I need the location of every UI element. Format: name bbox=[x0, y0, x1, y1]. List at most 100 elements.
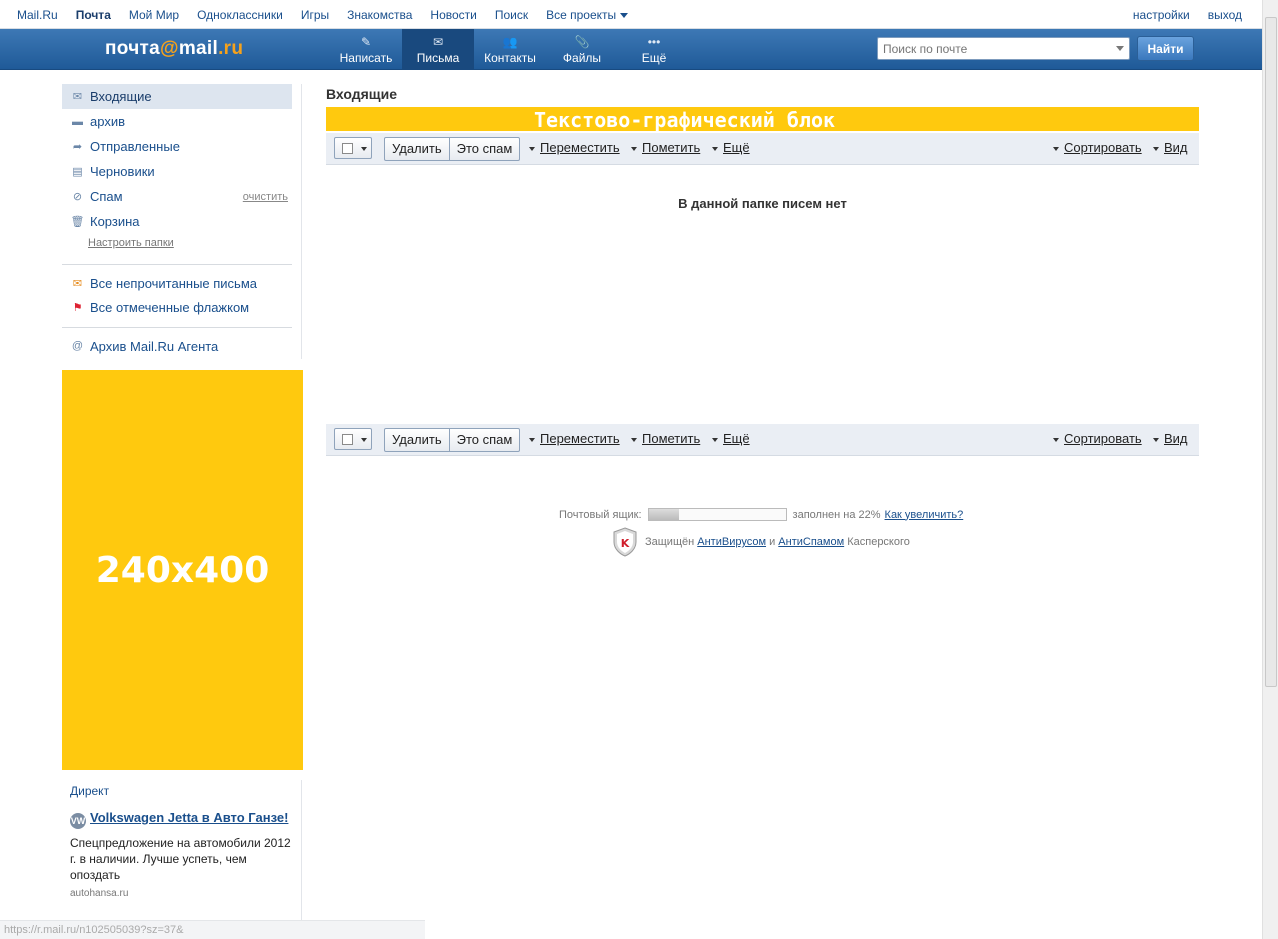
more-label: Ещё bbox=[641, 51, 667, 65]
folder-trash[interactable]: 🗑 Корзина bbox=[62, 209, 292, 234]
more-menu[interactable]: Ещё bbox=[712, 140, 750, 155]
top-nav-links: Mail.Ru Почта Мой Мир Одноклассники Игры… bbox=[17, 8, 646, 22]
kasp-and: и bbox=[769, 536, 776, 548]
top-nav-igry[interactable]: Игры bbox=[301, 8, 329, 22]
direct-ad: Директ VW Volkswagen Jetta в Авто Ганзе! … bbox=[70, 784, 295, 899]
spam-button[interactable]: Это спам bbox=[448, 429, 520, 451]
more-menu[interactable]: Ещё bbox=[712, 431, 750, 446]
unread-envelope-icon: ✉ bbox=[72, 277, 83, 290]
antispam-link[interactable]: АнтиСпамом bbox=[778, 536, 844, 548]
mail-search bbox=[877, 37, 1130, 60]
sidebar: ✉ Входящие ▬ архив ➦ Отправленные ▤ Черновик… bbox=[62, 84, 302, 358]
increase-quota-link[interactable]: Как увеличить? bbox=[885, 509, 964, 521]
letters-button[interactable]: ✉ Письма bbox=[402, 29, 474, 70]
vertical-scrollbar[interactable] bbox=[1262, 0, 1278, 939]
agent-archive-link[interactable]: @ Архив Mail.Ru Агента bbox=[62, 334, 292, 358]
contacts-label: Контакты bbox=[484, 51, 536, 65]
find-button[interactable]: Найти bbox=[1137, 36, 1194, 61]
folder-label: Отправленные bbox=[90, 139, 180, 154]
quota-fill bbox=[648, 509, 679, 520]
action-buttons: Удалить Это спам bbox=[384, 137, 521, 161]
logo-ru: .ru bbox=[218, 38, 244, 59]
filter-label: Все непрочитанные письма bbox=[90, 275, 257, 291]
mail-logo[interactable]: почта@mail.ru bbox=[105, 38, 243, 60]
folder-inbox[interactable]: ✉ Входящие bbox=[62, 84, 292, 109]
clean-spam-link[interactable]: очистить bbox=[243, 191, 288, 203]
toolbar-bottom: Удалить Это спам Переместить Пометить Ещ… bbox=[326, 424, 1199, 456]
sort-menu[interactable]: Сортировать bbox=[1053, 140, 1142, 155]
folder-spam[interactable]: ⊘ Спам очистить bbox=[62, 184, 292, 209]
mark-menu[interactable]: Пометить bbox=[631, 140, 700, 155]
top-banner[interactable]: Текстово-графический блок bbox=[326, 107, 1199, 132]
top-nav-pochta[interactable]: Почта bbox=[76, 8, 111, 22]
forward-arrow-icon: ➦ bbox=[72, 141, 83, 153]
compose-label: Написать bbox=[339, 51, 393, 65]
folder-sent[interactable]: ➦ Отправленные bbox=[62, 134, 292, 159]
top-nav-novosti[interactable]: Новости bbox=[430, 8, 476, 22]
top-nav-all-projects[interactable]: Все проекты bbox=[546, 8, 629, 22]
side-banner[interactable]: 240x400 bbox=[62, 370, 303, 770]
more-button[interactable]: ••• Ещё bbox=[618, 29, 690, 70]
scrollbar-thumb[interactable] bbox=[1265, 17, 1277, 687]
top-nav-znakomstva[interactable]: Знакомства bbox=[347, 8, 412, 22]
sidebar-divider bbox=[301, 84, 302, 359]
top-nav: Mail.Ru Почта Мой Мир Одноклассники Игры… bbox=[0, 0, 1262, 29]
kaspersky-shield-icon: K bbox=[613, 527, 637, 557]
select-all-checkbox[interactable] bbox=[334, 428, 372, 450]
trash-icon: 🗑 bbox=[70, 216, 85, 228]
folder-drafts[interactable]: ▤ Черновики bbox=[62, 159, 292, 184]
top-nav-mailru[interactable]: Mail.Ru bbox=[17, 8, 58, 22]
delete-button[interactable]: Удалить bbox=[385, 138, 449, 160]
compose-button[interactable]: ✎ Написать bbox=[330, 29, 402, 70]
logo-mail: mail bbox=[178, 38, 219, 59]
empty-folder-message: В данной папке писем нет bbox=[678, 196, 847, 211]
antivirus-link[interactable]: АнтиВирусом bbox=[697, 536, 766, 548]
search-input[interactable] bbox=[878, 38, 1106, 59]
spam-button[interactable]: Это спам bbox=[448, 138, 520, 160]
svg-text:K: K bbox=[621, 537, 630, 550]
kasp-suffix: Касперского bbox=[847, 536, 910, 548]
folder-icon: ▬ bbox=[72, 115, 83, 128]
filter-flagged[interactable]: ⚑ Все отмеченные флажком bbox=[62, 295, 292, 319]
logout-link[interactable]: выход bbox=[1208, 8, 1242, 22]
toolbar-top: Удалить Это спам Переместить Пометить Ещ… bbox=[326, 133, 1199, 165]
top-nav-poisk[interactable]: Поиск bbox=[495, 8, 528, 22]
chevron-down-icon bbox=[361, 438, 367, 442]
sidebar-divider bbox=[301, 780, 302, 939]
move-menu[interactable]: Переместить bbox=[529, 140, 620, 155]
folder-archive[interactable]: ▬ архив bbox=[62, 109, 292, 134]
top-nav-moi-mir[interactable]: Мой Мир bbox=[129, 8, 179, 22]
kaspersky-protection: K Защищён АнтиВирусом и АнтиСпамом Каспе… bbox=[612, 527, 910, 557]
status-bar-url: https://r.mail.ru/n102505039?sz=37& bbox=[0, 920, 425, 939]
letters-label: Письма bbox=[416, 51, 460, 65]
delete-button[interactable]: Удалить bbox=[385, 429, 449, 451]
ad-site[interactable]: autohansa.ru bbox=[70, 888, 295, 899]
divider bbox=[62, 327, 292, 328]
folder-label: Корзина bbox=[90, 214, 140, 229]
folder-label: Входящие bbox=[90, 89, 152, 104]
folder-label: Черновики bbox=[90, 164, 155, 179]
top-nav-odnoklassniki[interactable]: Одноклассники bbox=[197, 8, 283, 22]
mark-menu[interactable]: Пометить bbox=[631, 431, 700, 446]
configure-folders-link[interactable]: Настроить папки bbox=[88, 237, 302, 257]
block-icon: ⊘ bbox=[72, 191, 83, 203]
sort-menu[interactable]: Сортировать bbox=[1053, 431, 1142, 446]
direct-title[interactable]: Директ bbox=[70, 784, 295, 798]
view-menu[interactable]: Вид bbox=[1153, 431, 1188, 446]
move-menu[interactable]: Переместить bbox=[529, 431, 620, 446]
contacts-button[interactable]: 👥 Контакты bbox=[474, 29, 546, 70]
checkbox-icon bbox=[342, 143, 353, 154]
divider bbox=[62, 264, 292, 265]
dots-icon: ••• bbox=[647, 35, 661, 49]
chevron-down-icon bbox=[620, 13, 629, 19]
filter-unread[interactable]: ✉ Все непрочитанные письма bbox=[62, 271, 292, 295]
search-dropdown-icon[interactable] bbox=[1116, 46, 1124, 51]
files-button[interactable]: 📎 Файлы bbox=[546, 29, 618, 70]
settings-link[interactable]: настройки bbox=[1133, 8, 1190, 22]
select-all-checkbox[interactable] bbox=[334, 137, 372, 159]
ad-title-link[interactable]: VW Volkswagen Jetta в Авто Ганзе! bbox=[70, 810, 295, 829]
draft-icon: ▤ bbox=[72, 166, 83, 178]
ad-text: Спецпредложение на автомобили 2012 г. в … bbox=[70, 836, 291, 882]
view-menu[interactable]: Вид bbox=[1153, 140, 1188, 155]
envelope-icon: ✉ bbox=[72, 91, 83, 103]
